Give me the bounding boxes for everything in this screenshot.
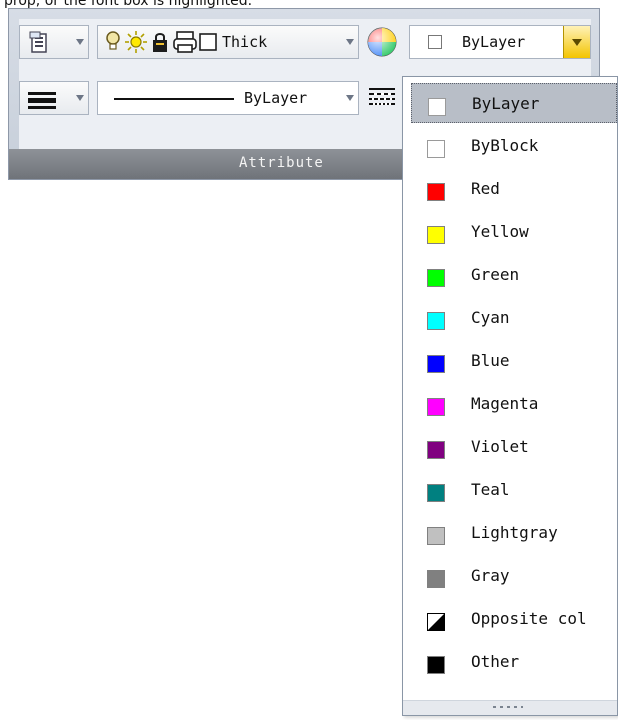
dropdown-option-label: Lightgray [471,523,558,542]
color-dropdown-list[interactable]: ByLayer ByBlock Red Yellow Green Cyan Blue Mage… [402,76,618,716]
dropdown-option-label: Magenta [471,394,539,413]
dropdown-option-label: Blue [471,351,510,370]
chevron-down-icon[interactable] [346,39,354,45]
lineweight-icon [28,92,56,109]
bylayer-swatch [428,35,442,49]
color-swatch [427,656,445,674]
color-swatch [427,183,445,201]
color-swatch [427,269,445,287]
dropdown-option[interactable]: Yellow [411,212,617,252]
chevron-down-icon[interactable] [76,39,84,45]
dropdown-option[interactable]: Opposite col [411,599,617,639]
color-swatch [427,570,445,588]
color-swatch [428,98,446,116]
dropdown-option-label: Yellow [471,222,529,241]
color-swatch [427,484,445,502]
dropdown-option[interactable]: Red [411,169,617,209]
color-swatch [427,226,445,244]
printer-icon[interactable] [172,30,198,54]
dropdown-option[interactable]: ByBlock [411,126,617,166]
color-swatch [427,441,445,459]
dropdown-option[interactable]: Lightgray [411,513,617,553]
color-swatch [427,398,445,416]
dropdown-option-label: Cyan [471,308,510,327]
dropdown-option-label: Red [471,179,500,198]
color-combobox-dropdown-button[interactable] [563,26,590,58]
color-swatch [427,312,445,330]
color-swatch [427,527,445,545]
chevron-down-icon[interactable] [346,95,354,101]
grip-dots [493,706,523,708]
dropdown-option[interactable]: Other [411,642,617,682]
dropdown-option-label: Teal [471,480,510,499]
dropdown-option[interactable]: Cyan [411,298,617,338]
properties-icon [29,31,47,53]
lineweight-button[interactable] [19,81,89,115]
dropdown-option[interactable]: Magenta [411,384,617,424]
panel-title: Attribute [239,155,324,171]
sun-icon[interactable] [124,30,148,54]
chevron-down-icon [572,39,582,46]
dropdown-option-label: Green [471,265,520,284]
dropdown-option-label: ByLayer [472,94,540,113]
linetype-combobox[interactable]: ByLayer [97,81,359,115]
color-square-icon[interactable] [198,30,218,54]
lock-icon[interactable] [150,30,170,54]
dropdown-option[interactable]: Violet [411,427,617,467]
lineweight-label: Thick [222,33,268,51]
color-swatch [427,140,445,158]
color-swatch [427,613,445,631]
dropdown-option[interactable]: Green [411,255,617,295]
dropdown-option[interactable]: ByLayer [411,83,617,123]
color-combobox[interactable]: ByLayer [409,25,591,59]
color-wheel-button[interactable] [365,25,403,59]
dropdown-option-label: Gray [471,566,510,585]
layer-lineweight-control[interactable]: Thick [97,25,359,59]
linetype-button[interactable] [365,81,403,115]
lightbulb-icon[interactable] [104,30,122,54]
dropdown-resize-grip[interactable] [403,700,617,715]
dropdown-option[interactable]: Teal [411,470,617,510]
color-swatch [427,355,445,373]
dropdown-option[interactable]: Gray [411,556,617,596]
linetype-preview-line [114,98,234,100]
color-wheel-icon [367,27,397,57]
dropdown-option[interactable]: Blue [411,341,617,381]
dropdown-option-label: Other [471,652,520,671]
top-partial-text: prop, or the font box is highlighted. [4,0,253,8]
dropdown-option-label: Opposite col [471,609,587,628]
linetype-icon [369,88,395,105]
dropdown-option-label: Violet [471,437,529,456]
linetype-combobox-value: ByLayer [244,89,308,107]
color-combobox-value: ByLayer [462,33,526,51]
properties-button[interactable] [19,25,89,59]
dropdown-option-label: ByBlock [471,136,539,155]
chevron-down-icon[interactable] [76,95,84,101]
